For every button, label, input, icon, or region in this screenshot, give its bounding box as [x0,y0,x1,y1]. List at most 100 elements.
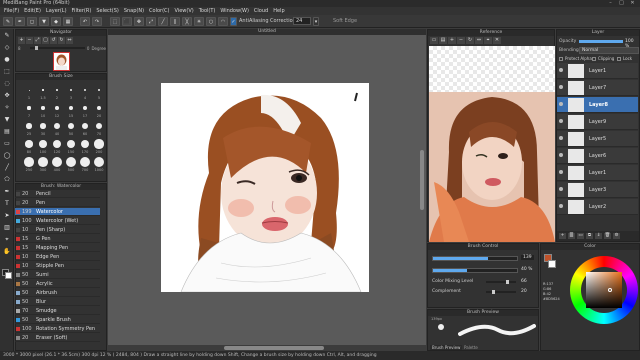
brush-size-dot[interactable] [96,105,102,111]
divide-tool-icon[interactable]: ▥ [2,223,12,232]
menu-file[interactable]: File(F) [2,7,21,15]
brush-size-dot[interactable] [27,106,31,110]
brush-size-dot[interactable] [66,139,76,149]
menu-color[interactable]: Color(C) [147,7,171,15]
background-color[interactable] [548,260,556,268]
zoom-out-ref-icon[interactable]: − [457,37,465,44]
rectangle-tool-icon[interactable]: ▭ [2,139,12,148]
brush-opacity-slider[interactable] [432,268,518,273]
reference-photo[interactable] [429,92,555,242]
brush-tool-icon[interactable]: ✎ [2,31,12,40]
text-tool-icon[interactable]: T [2,199,12,208]
correction-select[interactable]: 24 [293,17,311,25]
fill-icon[interactable]: ▼ [39,17,49,26]
snap-circle-icon[interactable]: ○ [206,17,216,26]
layer-row[interactable]: Layer7 [557,80,638,96]
eye-icon[interactable] [559,119,563,123]
background-color-swatch[interactable] [5,272,12,279]
eraser-tool-icon[interactable]: ◇ [2,43,12,52]
complement-knob[interactable] [492,290,495,294]
dot-tool-icon[interactable]: ● [2,55,12,64]
brush-list-item[interactable]: 20 Pencil [15,190,100,198]
brush-list-item[interactable]: 50 Acrylic [15,280,100,288]
brush-size-dot[interactable] [26,123,32,129]
antialiasing-checkbox[interactable]: ✓ [230,17,237,26]
menu-edit[interactable]: Edit(E) [22,7,43,15]
deselect-icon[interactable]: ⬚ [110,17,120,26]
saturation-value-square[interactable] [586,272,622,308]
undo-icon[interactable]: ↶ [80,17,90,26]
rotate-left-icon[interactable]: ↺ [50,37,57,44]
canvas-tab[interactable]: Untitled [108,29,426,35]
layer-row[interactable]: Layer9 [557,114,638,130]
protect-alpha-checkbox[interactable] [559,57,563,61]
brush-size-dot[interactable] [83,88,87,92]
menu-layer[interactable]: Layer(L) [44,7,69,15]
brush-size-dot[interactable] [68,105,74,111]
brush-list-item[interactable]: 50 Airbrush [15,289,100,297]
hand-tool-icon[interactable]: ✋ [2,247,12,256]
brush-list-item[interactable]: 199 Watercolor [15,208,100,216]
eyedropper-ref-icon[interactable]: ⌖ [484,37,492,44]
move-tool-icon[interactable]: ✥ [2,91,12,100]
eye-icon[interactable] [559,187,563,191]
save-image-icon[interactable]: ▤ [439,37,447,44]
layer-row[interactable]: Layer8 [557,97,638,113]
vertical-scrollbar[interactable] [420,150,424,210]
eyedropper-icon[interactable]: ⌖ [2,235,12,244]
eraser-icon[interactable]: ◻ [27,17,37,26]
brush-list-item[interactable]: 70 Smudge [15,307,100,315]
brush-size-dot[interactable] [95,122,103,130]
brush-size-dot[interactable] [38,157,48,167]
fit-icon[interactable]: ⤢ [34,37,41,44]
add-halftone-icon[interactable]: ▒ [568,233,575,239]
brush-size-dot[interactable] [52,157,62,167]
clipping-checkbox[interactable] [592,57,596,61]
brush-size-dot[interactable] [40,123,46,129]
snap-radial-icon[interactable]: ✳ [194,17,204,26]
brush-size-dot[interactable] [94,139,104,149]
shape-icon[interactable]: ◆ [51,17,61,26]
zoom-in-icon[interactable]: + [18,37,25,44]
brush-size-dot[interactable] [55,106,59,110]
color-mixing-knob[interactable] [505,280,509,284]
menu-help[interactable]: Help [271,7,286,15]
zoom-in-ref-icon[interactable]: + [448,37,456,44]
close-ref-icon[interactable]: ✕ [493,37,501,44]
layer-row[interactable]: Layer1 [557,165,638,181]
snap-parallel-icon[interactable]: ∥ [170,17,180,26]
color-mixing-slider[interactable] [486,280,516,284]
menu-window[interactable]: Window(W) [218,7,251,15]
brush-size-dot[interactable] [24,157,34,167]
snap-off-icon[interactable]: ╱ [158,17,168,26]
brush-list-item[interactable]: 10 Edge Pen [15,253,100,261]
brush-list-item[interactable]: 100 Rotation Symmetry Pen [15,325,100,333]
open-image-icon[interactable]: ▭ [430,37,438,44]
complement-slider[interactable] [486,290,516,294]
chevron-down-icon[interactable]: ▾ [313,17,319,26]
brush-size-value[interactable]: 139 [521,255,534,260]
brush-list-item[interactable]: 20 Pen [15,199,100,207]
brush-size-slider[interactable] [432,256,518,261]
new-layer-icon[interactable]: + [559,233,566,239]
canvas-document[interactable] [161,83,369,293]
folder-icon[interactable]: ▭ [577,233,584,239]
brush-list-item[interactable]: 100 Watercolor (Wet) [15,217,100,225]
layer-row[interactable]: Layer3 [557,182,638,198]
brush-size-dot[interactable] [56,89,58,91]
flip-icon[interactable]: ⇔ [66,37,73,44]
brush-list-item[interactable]: 20 Eraser (Soft) [15,334,100,342]
snap-cross-icon[interactable]: ╳ [182,17,192,26]
layer-row[interactable]: Layer6 [557,148,638,164]
grid-icon[interactable]: ▦ [63,17,73,26]
brush-size-dot[interactable] [82,105,88,111]
brush-size-dot[interactable] [25,140,33,148]
zoom-slider[interactable] [30,46,85,50]
menu-view[interactable]: View(V) [173,7,196,15]
menu-tool[interactable]: Tool(T) [197,7,218,15]
brush-size-dot[interactable] [42,89,44,91]
pen-icon[interactable]: ✒ [15,17,25,26]
flip-ref-icon[interactable]: ⇔ [475,37,483,44]
brush-list-item[interactable]: 50 Blur [15,298,100,306]
layer-settings-icon[interactable]: ⚙ [613,233,620,239]
